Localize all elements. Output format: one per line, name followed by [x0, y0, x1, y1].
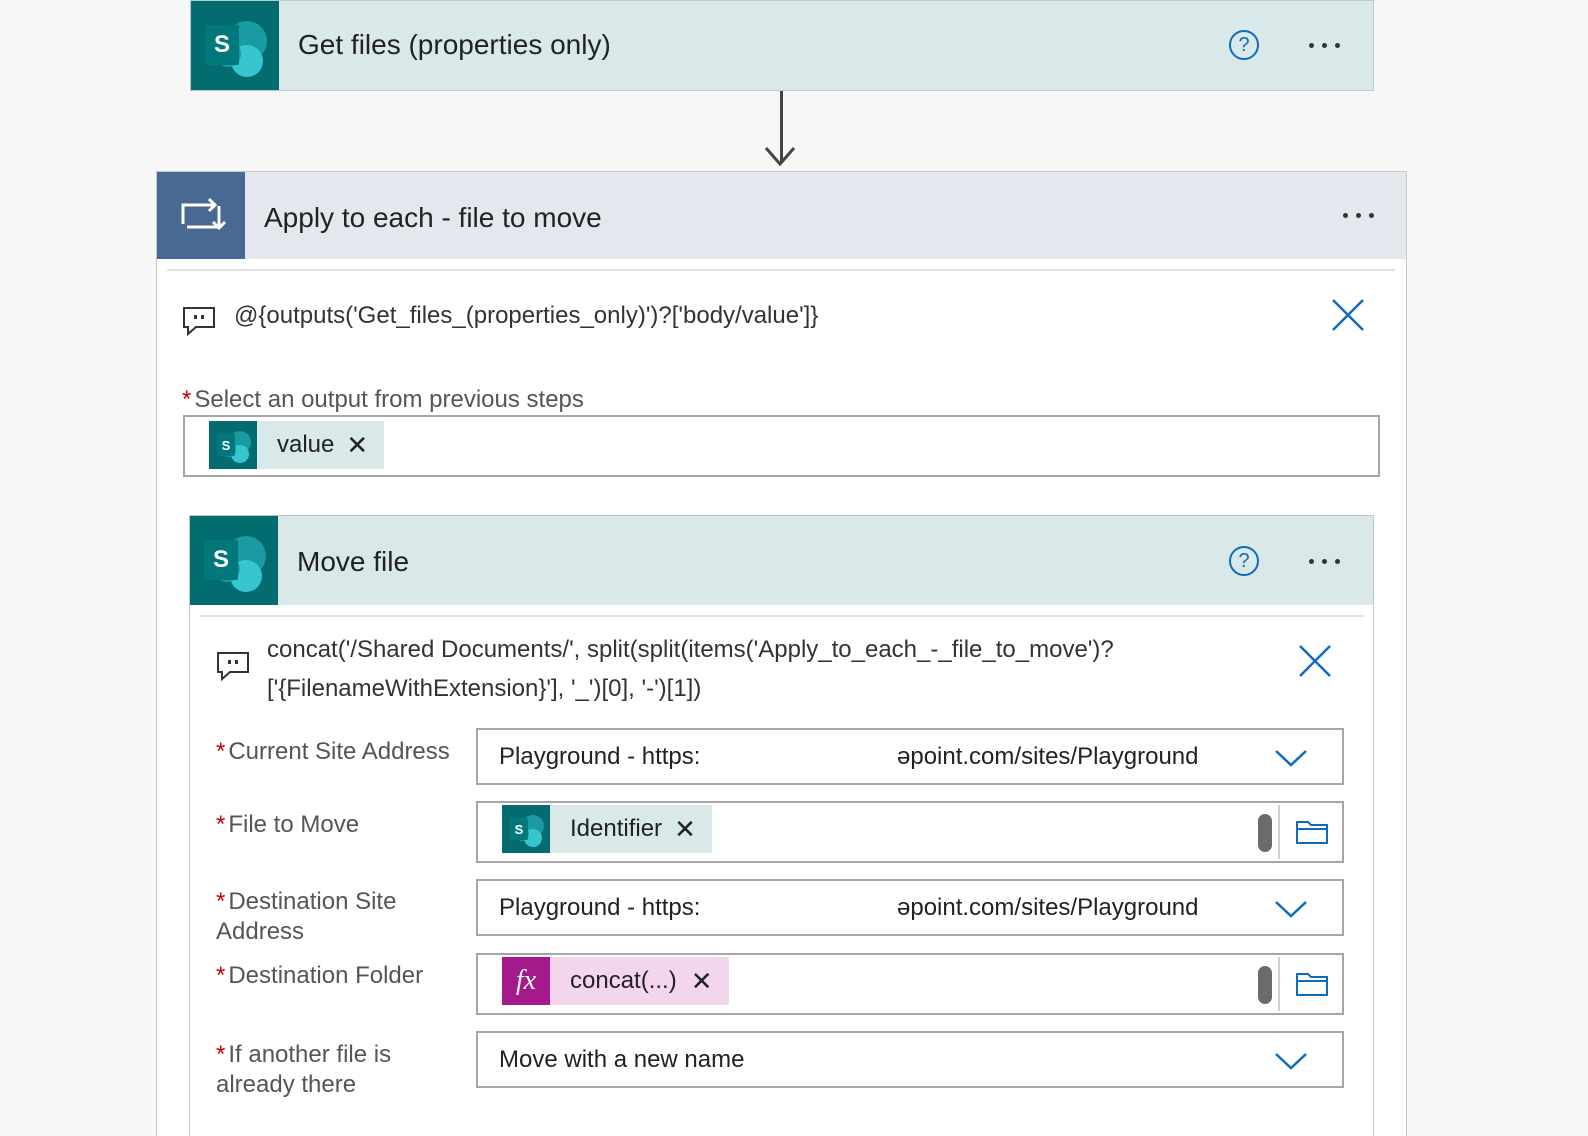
apply-to-each-title: Apply to each - file to move	[264, 202, 602, 233]
arrow-down-icon	[764, 147, 796, 167]
loop-icon	[157, 172, 245, 259]
expression-token[interactable]: fx concat(...) ✕	[502, 957, 729, 1005]
sharepoint-icon: S	[502, 805, 550, 853]
chevron-down-icon[interactable]	[1274, 899, 1308, 919]
remove-token-icon[interactable]: ✕	[674, 814, 696, 845]
move-file-header[interactable]: S Move file ?	[190, 516, 1373, 605]
file-to-move-label-text: File to Move	[228, 811, 360, 838]
current-site-value-left: Playground - https:	[499, 743, 701, 770]
dest-folder-label-text: Destination Folder	[228, 962, 424, 989]
sharepoint-icon: S	[191, 1, 279, 90]
conflict-label-line1: If another file is	[228, 1041, 392, 1068]
file-to-move-label: * File to Move	[216, 810, 359, 840]
divider	[167, 269, 1395, 271]
dest-site-value-left: Playground - https:	[499, 894, 701, 921]
required-marker: *	[216, 888, 226, 915]
value-token[interactable]: S value ✕	[209, 421, 385, 469]
close-icon[interactable]	[1297, 643, 1333, 679]
sharepoint-icon: S	[209, 421, 257, 469]
dest-folder-input[interactable]: fx concat(...) ✕	[476, 953, 1344, 1015]
dest-site-value-right: əpoint.com/sites/Playground	[897, 894, 1199, 921]
required-marker: *	[216, 1041, 226, 1068]
current-site-dropdown[interactable]: Playground - https: əpoint.com/sites/Pla…	[476, 728, 1344, 785]
conflict-label: * If another file is already there	[216, 1040, 391, 1100]
required-marker: *	[216, 962, 226, 989]
move-file-title: Move file	[297, 546, 410, 577]
dest-folder-label: * Destination Folder	[216, 961, 423, 991]
more-options-icon[interactable]	[1309, 559, 1340, 564]
value-token-label: value	[277, 431, 335, 458]
expression-token-label: concat(...)	[570, 967, 677, 994]
fx-icon: fx	[502, 957, 550, 1005]
remove-token-icon[interactable]: ✕	[346, 430, 368, 461]
comment-icon[interactable]	[182, 305, 216, 337]
scrollbar[interactable]	[1258, 814, 1272, 852]
apply-to-each-header[interactable]: Apply to each - file to move	[157, 172, 1406, 259]
move-file-card: S Move file ? concat('/Shared Documents/…	[189, 515, 1374, 1136]
dest-site-label-line1: Destination Site	[228, 888, 397, 915]
divider	[1278, 805, 1280, 859]
help-icon[interactable]: ?	[1229, 30, 1259, 60]
chevron-down-icon[interactable]	[1274, 1051, 1308, 1071]
current-site-label: * Current Site Address	[216, 737, 450, 767]
dest-site-label-line2: Address	[216, 918, 305, 945]
remove-token-icon[interactable]: ✕	[691, 966, 713, 997]
sharepoint-icon: S	[190, 516, 278, 605]
dest-site-dropdown[interactable]: Playground - https: əpoint.com/sites/Pla…	[476, 879, 1344, 936]
current-site-label-text: Current Site Address	[228, 738, 450, 765]
required-marker: *	[216, 811, 226, 838]
expression-text: @{outputs('Get_files_(properties_only)')…	[234, 302, 819, 329]
conflict-value: Move with a new name	[499, 1046, 745, 1073]
identifier-token[interactable]: S Identifier ✕	[502, 805, 712, 853]
divider	[1278, 957, 1280, 1011]
conflict-label-line2: already there	[216, 1071, 357, 1098]
identifier-token-label: Identifier	[570, 815, 663, 842]
select-output-label: * Select an output from previous steps	[182, 385, 584, 415]
folder-picker-icon[interactable]	[1295, 817, 1329, 845]
select-output-label-text: Select an output from previous steps	[194, 386, 584, 413]
get-files-card[interactable]: S Get files (properties only) ?	[190, 0, 1374, 91]
file-to-move-input[interactable]: S Identifier ✕	[476, 801, 1344, 863]
current-site-value-right: əpoint.com/sites/Playground	[897, 743, 1199, 770]
dest-site-label: * Destination Site Address	[216, 887, 396, 947]
conflict-dropdown[interactable]: Move with a new name	[476, 1031, 1344, 1088]
divider	[200, 615, 1363, 617]
more-options-icon[interactable]	[1309, 43, 1340, 48]
close-icon[interactable]	[1330, 297, 1366, 333]
folder-picker-icon[interactable]	[1295, 969, 1329, 997]
scrollbar[interactable]	[1258, 966, 1272, 1004]
more-options-icon[interactable]	[1343, 213, 1374, 218]
required-marker: *	[216, 738, 226, 765]
expression-text-line1: concat('/Shared Documents/', split(split…	[267, 636, 1114, 663]
help-icon[interactable]: ?	[1229, 546, 1259, 576]
get-files-title: Get files (properties only)	[298, 29, 611, 60]
select-output-input[interactable]: S value ✕	[183, 415, 1380, 477]
comment-icon[interactable]	[216, 650, 250, 682]
chevron-down-icon[interactable]	[1274, 748, 1308, 768]
expression-text-line2: ['{FilenameWithExtension}'], '_')[0], '-…	[267, 675, 702, 702]
required-marker: *	[182, 386, 192, 413]
